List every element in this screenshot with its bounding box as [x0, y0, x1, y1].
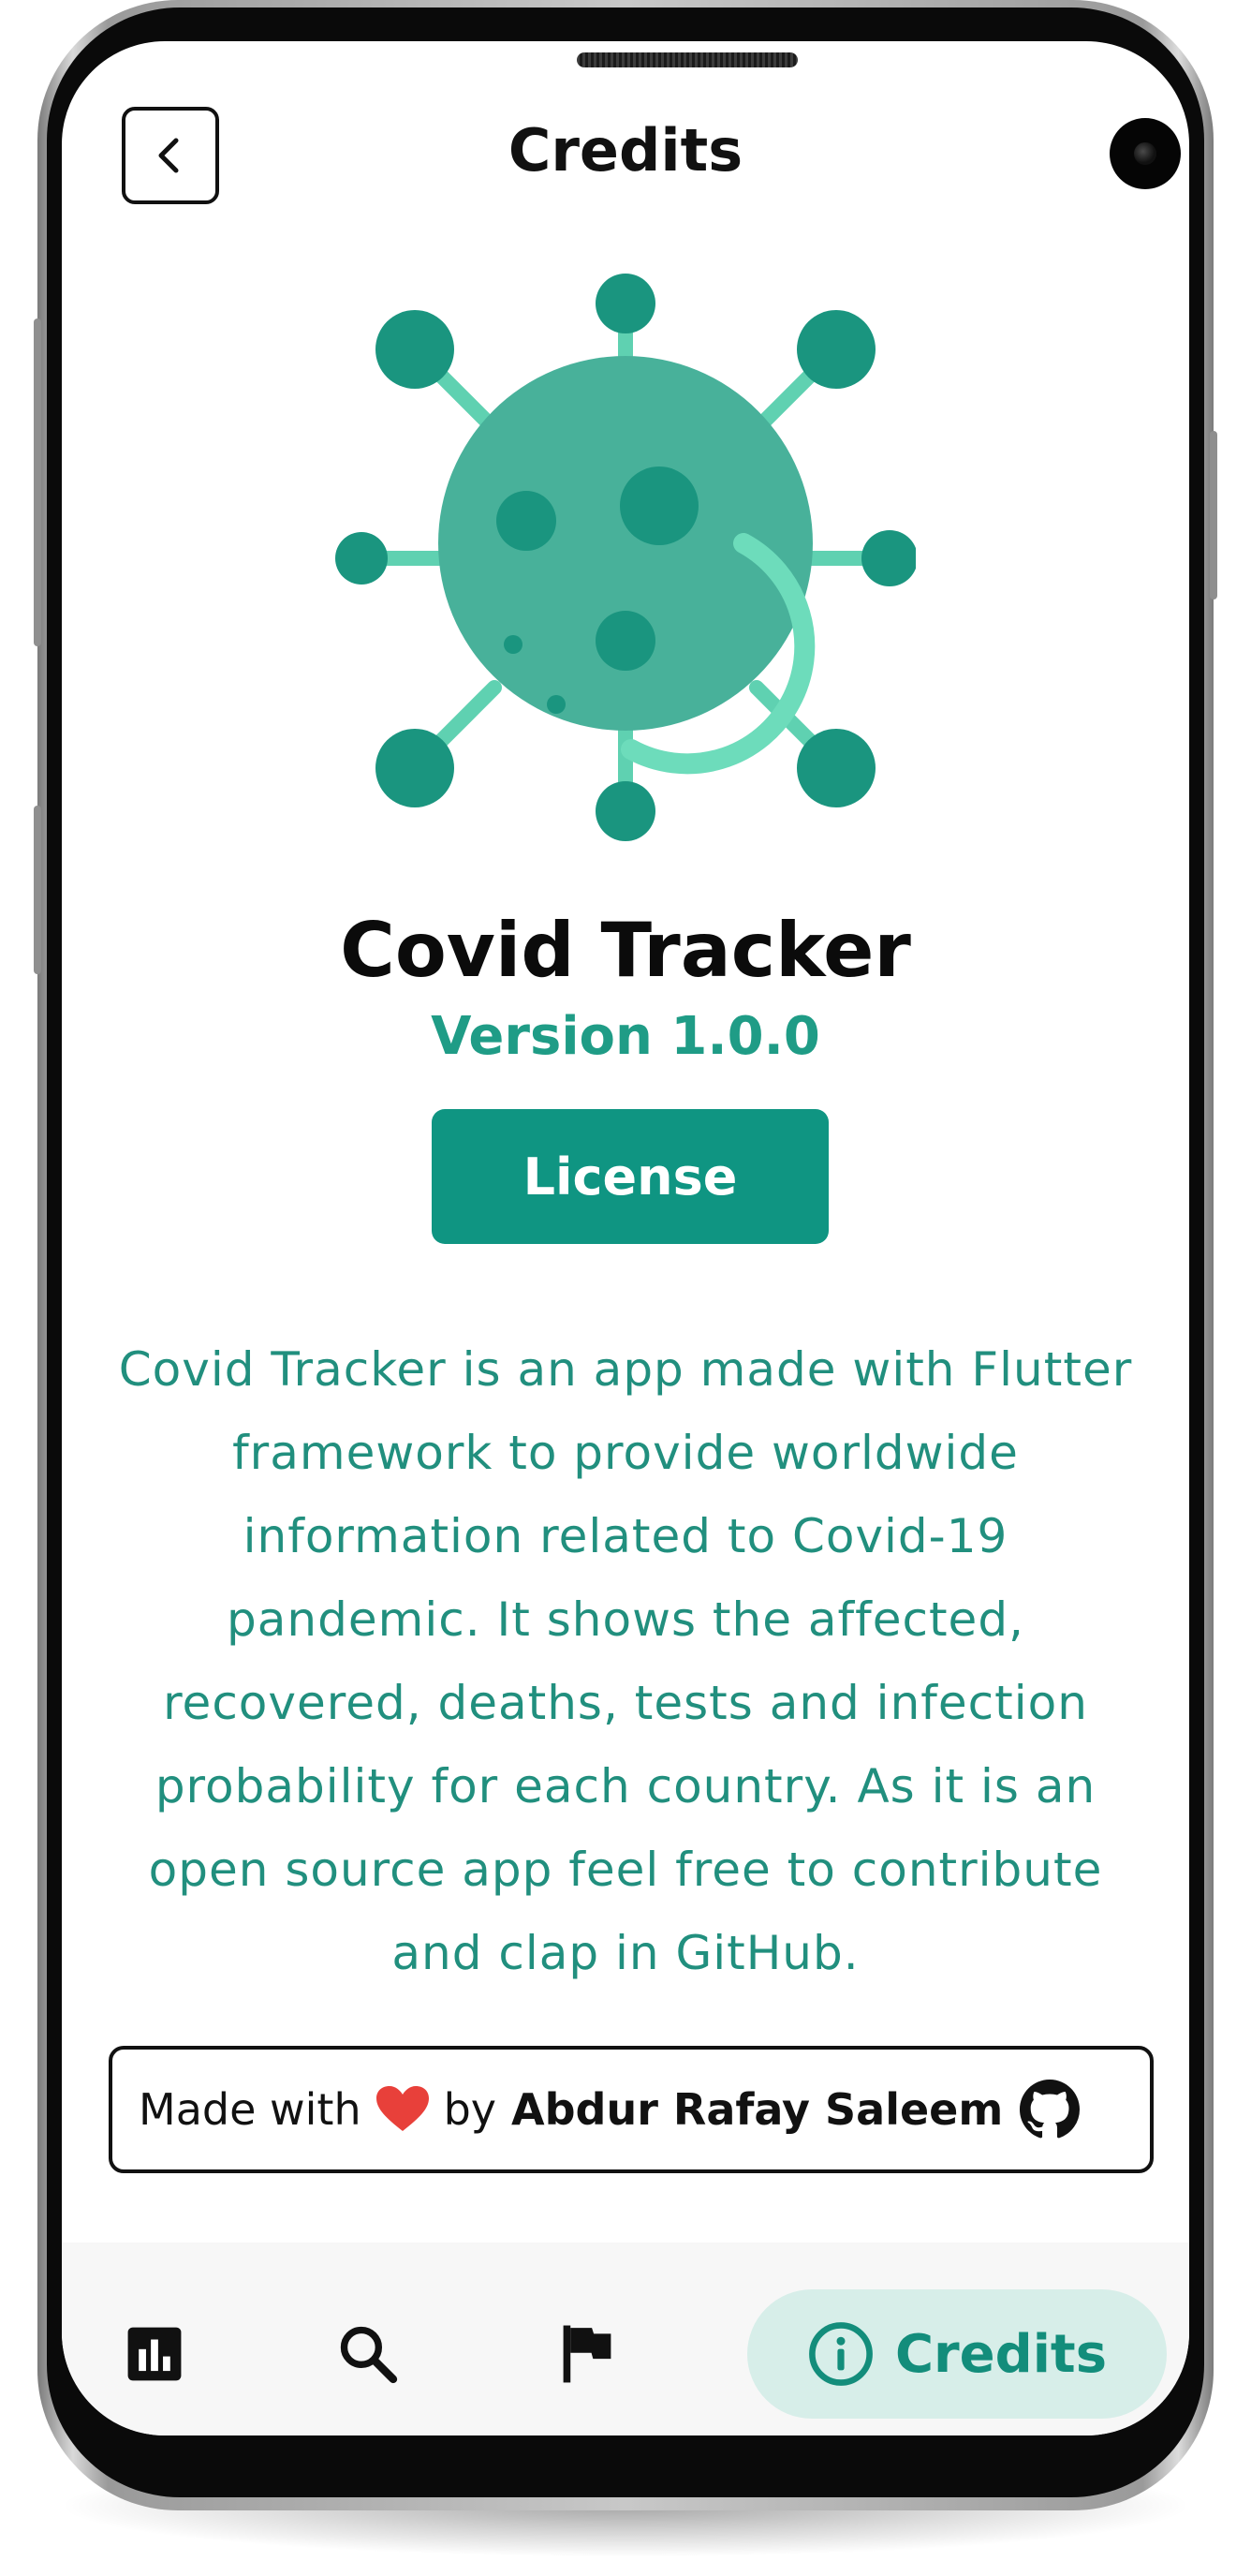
app-name: Covid Tracker: [340, 907, 911, 994]
search-icon: [340, 2326, 398, 2384]
phone-speaker: [577, 52, 798, 67]
phone-side-button: [34, 806, 41, 974]
credit-prefix: Made with: [139, 2084, 361, 2135]
github-icon: [1020, 2080, 1081, 2139]
phone-side-button: [1210, 431, 1217, 600]
license-button[interactable]: License: [432, 1109, 829, 1244]
phone-side-button: [34, 318, 41, 646]
credit-author: Abdur Rafay Saleem: [511, 2084, 1004, 2135]
flag-icon: [563, 2325, 611, 2383]
app-screen: Credits Covid Tracker Version 1.0.0 Lice…: [62, 41, 1189, 2435]
nav-item-statistics[interactable]: [103, 2302, 206, 2406]
credit-by: by: [443, 2084, 497, 2135]
nav-item-countries[interactable]: [536, 2302, 639, 2406]
nav-item-search[interactable]: [316, 2302, 419, 2406]
info-icon: [809, 2322, 873, 2386]
nav-item-credits[interactable]: Credits: [747, 2289, 1167, 2419]
virus-icon: [335, 274, 916, 841]
nav-item-credits-label: Credits: [894, 2323, 1108, 2385]
bar-chart-icon: [127, 2327, 182, 2381]
credit-link[interactable]: Made with by Abdur Rafay Saleem: [109, 2046, 1154, 2173]
page-title: Credits: [508, 116, 743, 185]
app-version: Version 1.0.0: [431, 1006, 820, 1067]
heart-icon: [375, 2086, 429, 2133]
app-description: Covid Tracker is an app made with Flutte…: [118, 1342, 1133, 1980]
